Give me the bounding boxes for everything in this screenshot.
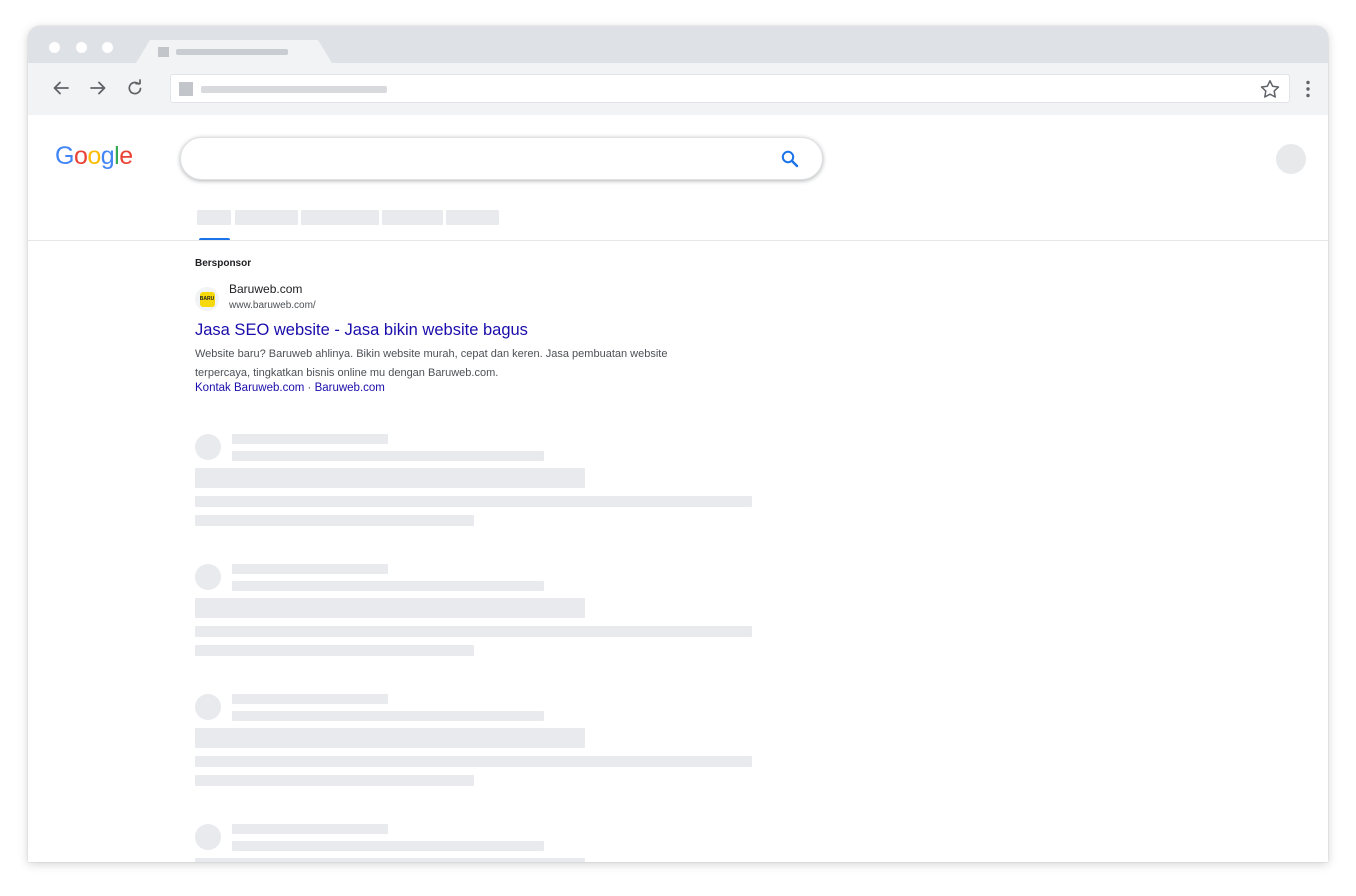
placeholder-favicon bbox=[195, 824, 221, 850]
placeholder-favicon bbox=[195, 564, 221, 590]
kebab-menu-icon[interactable] bbox=[1296, 77, 1320, 101]
placeholder-line bbox=[232, 564, 388, 574]
site-info-placeholder bbox=[179, 82, 193, 96]
tab-placeholder[interactable] bbox=[301, 210, 379, 225]
placeholder-line bbox=[232, 694, 388, 704]
logo-letter-g2: g bbox=[100, 142, 115, 170]
reload-button[interactable] bbox=[123, 76, 147, 100]
address-bar[interactable] bbox=[170, 74, 1290, 103]
ad-description: Website baru? Baruweb ahlinya. Bikin web… bbox=[195, 348, 668, 379]
window-close-dot[interactable] bbox=[49, 42, 60, 53]
ad-title-link[interactable]: Jasa SEO website - Jasa bikin website ba… bbox=[195, 321, 528, 340]
placeholder-title bbox=[195, 468, 585, 488]
logo-letter-g1: G bbox=[55, 142, 74, 170]
baruweb-logo-icon: BARU bbox=[199, 291, 215, 307]
tab-favicon-placeholder bbox=[158, 47, 169, 57]
tab-placeholder[interactable] bbox=[382, 210, 443, 225]
placeholder-favicon bbox=[195, 434, 221, 460]
browser-toolbar bbox=[28, 63, 1328, 115]
placeholder-line bbox=[232, 581, 544, 591]
sitelink-home[interactable]: Baruweb.com bbox=[315, 382, 385, 394]
ad-site-info[interactable]: BARU Baruweb.com www.baruweb.com/ bbox=[195, 282, 595, 312]
tab-placeholder[interactable] bbox=[235, 210, 298, 225]
placeholder-line bbox=[232, 824, 388, 834]
loading-result-placeholder bbox=[195, 824, 755, 862]
tab-title-placeholder bbox=[176, 49, 288, 55]
logo-letter-o1: o bbox=[73, 142, 88, 170]
google-logo[interactable]: Google bbox=[55, 142, 133, 171]
title-bar bbox=[28, 26, 1328, 63]
placeholder-title bbox=[195, 858, 585, 862]
account-avatar[interactable] bbox=[1276, 144, 1306, 174]
placeholder-line bbox=[232, 451, 544, 461]
loading-result-placeholder bbox=[195, 564, 755, 664]
ad-site-name: Baruweb.com bbox=[229, 282, 303, 296]
logo-letter-o2: o bbox=[87, 142, 101, 170]
loading-result-placeholder bbox=[195, 434, 755, 534]
window-maximize-dot[interactable] bbox=[102, 42, 113, 53]
browser-window: Google Bersponsor BARU Baruweb.com www.b… bbox=[28, 26, 1328, 862]
logo-letter-e: e bbox=[119, 142, 133, 170]
sitelink-kontak[interactable]: Kontak Baruweb.com bbox=[195, 382, 304, 394]
placeholder-title bbox=[195, 728, 585, 748]
url-placeholder bbox=[201, 86, 387, 93]
placeholder-line bbox=[195, 645, 474, 656]
placeholder-line bbox=[232, 841, 544, 851]
sitelink-separator: · bbox=[307, 382, 312, 394]
placeholder-title bbox=[195, 598, 585, 618]
reload-icon bbox=[128, 79, 142, 95]
placeholder-line bbox=[195, 775, 474, 786]
ad-sitelinks: Kontak Baruweb.com · Baruweb.com bbox=[195, 382, 385, 394]
ad-display-url: www.baruweb.com/ bbox=[229, 300, 316, 311]
placeholder-line bbox=[195, 626, 752, 637]
forward-arrow-icon bbox=[90, 81, 106, 95]
placeholder-line bbox=[232, 711, 544, 721]
search-icon[interactable] bbox=[780, 149, 800, 169]
forward-button[interactable] bbox=[86, 76, 110, 100]
placeholder-line bbox=[232, 434, 388, 444]
window-minimize-dot[interactable] bbox=[76, 42, 87, 53]
placeholder-line bbox=[195, 515, 474, 526]
tab-placeholder[interactable] bbox=[446, 210, 499, 225]
placeholder-line bbox=[195, 496, 752, 507]
bookmark-star-icon[interactable] bbox=[1259, 79, 1281, 99]
sponsored-result: Bersponsor BARU Baruweb.com www.baruweb.… bbox=[195, 258, 715, 394]
search-results-page: Google Bersponsor BARU Baruweb.com www.b… bbox=[28, 115, 1328, 862]
placeholder-favicon bbox=[195, 694, 221, 720]
tab-all-placeholder[interactable] bbox=[197, 210, 231, 225]
loading-result-placeholder bbox=[195, 694, 755, 794]
placeholder-line bbox=[195, 756, 752, 767]
back-button[interactable] bbox=[49, 76, 73, 100]
search-input[interactable] bbox=[180, 137, 823, 180]
back-arrow-icon bbox=[53, 81, 69, 95]
ad-favicon: BARU bbox=[195, 287, 219, 311]
browser-tab[interactable] bbox=[136, 40, 332, 63]
header-divider bbox=[28, 240, 1328, 241]
sponsored-label: Bersponsor bbox=[195, 258, 252, 269]
